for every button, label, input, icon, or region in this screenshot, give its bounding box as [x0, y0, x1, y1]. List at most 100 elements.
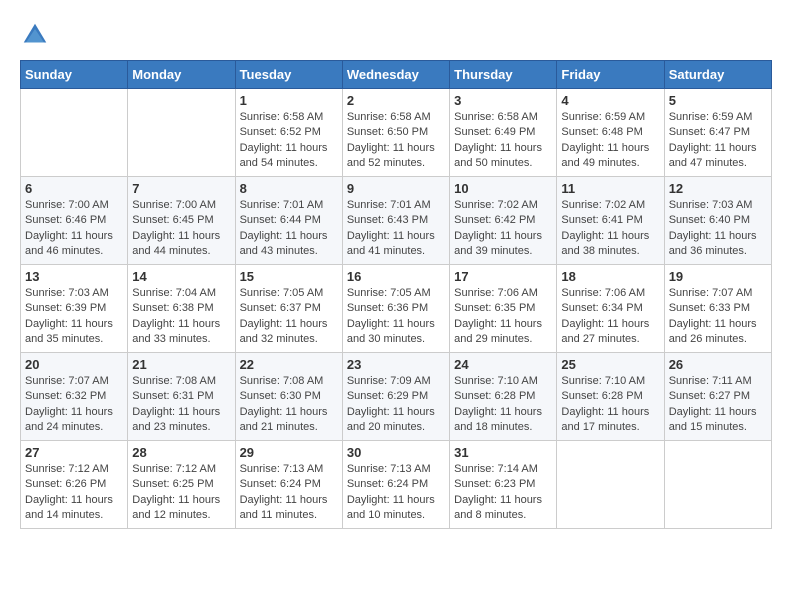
sunrise-text: Sunrise: 7:03 AM — [25, 287, 109, 299]
day-info: Sunrise: 7:13 AM Sunset: 6:24 PM Dayligh… — [347, 462, 445, 524]
day-info: Sunrise: 7:06 AM Sunset: 6:34 PM Dayligh… — [561, 286, 659, 348]
sunset-text: Sunset: 6:39 PM — [25, 302, 106, 314]
sunset-text: Sunset: 6:37 PM — [240, 302, 321, 314]
daylight-text: Daylight: 11 hours and 26 minutes. — [669, 318, 757, 345]
calendar-cell: 20 Sunrise: 7:07 AM Sunset: 6:32 PM Dayl… — [21, 353, 128, 441]
sunset-text: Sunset: 6:28 PM — [561, 390, 642, 402]
sunrise-text: Sunrise: 7:05 AM — [347, 287, 431, 299]
day-info: Sunrise: 7:08 AM Sunset: 6:30 PM Dayligh… — [240, 374, 338, 436]
daylight-text: Daylight: 11 hours and 10 minutes. — [347, 494, 435, 521]
sunrise-text: Sunrise: 6:59 AM — [669, 111, 753, 123]
sunrise-text: Sunrise: 7:02 AM — [561, 199, 645, 211]
daylight-text: Daylight: 11 hours and 50 minutes. — [454, 142, 542, 169]
sunrise-text: Sunrise: 7:14 AM — [454, 463, 538, 475]
weekday-header-row: SundayMondayTuesdayWednesdayThursdayFrid… — [21, 61, 772, 89]
day-info: Sunrise: 7:10 AM Sunset: 6:28 PM Dayligh… — [561, 374, 659, 436]
sunset-text: Sunset: 6:34 PM — [561, 302, 642, 314]
sunrise-text: Sunrise: 7:08 AM — [132, 375, 216, 387]
sunset-text: Sunset: 6:25 PM — [132, 478, 213, 490]
calendar-week-row: 1 Sunrise: 6:58 AM Sunset: 6:52 PM Dayli… — [21, 89, 772, 177]
day-info: Sunrise: 7:05 AM Sunset: 6:36 PM Dayligh… — [347, 286, 445, 348]
calendar-cell — [21, 89, 128, 177]
day-number: 13 — [25, 269, 123, 284]
sunset-text: Sunset: 6:46 PM — [25, 214, 106, 226]
sunrise-text: Sunrise: 6:58 AM — [454, 111, 538, 123]
sunrise-text: Sunrise: 7:01 AM — [347, 199, 431, 211]
sunset-text: Sunset: 6:30 PM — [240, 390, 321, 402]
day-info: Sunrise: 7:04 AM Sunset: 6:38 PM Dayligh… — [132, 286, 230, 348]
day-info: Sunrise: 7:07 AM Sunset: 6:32 PM Dayligh… — [25, 374, 123, 436]
sunrise-text: Sunrise: 7:08 AM — [240, 375, 324, 387]
sunset-text: Sunset: 6:26 PM — [25, 478, 106, 490]
day-info: Sunrise: 7:12 AM Sunset: 6:26 PM Dayligh… — [25, 462, 123, 524]
calendar-week-row: 27 Sunrise: 7:12 AM Sunset: 6:26 PM Dayl… — [21, 441, 772, 529]
sunrise-text: Sunrise: 7:04 AM — [132, 287, 216, 299]
weekday-header-tuesday: Tuesday — [235, 61, 342, 89]
calendar-week-row: 13 Sunrise: 7:03 AM Sunset: 6:39 PM Dayl… — [21, 265, 772, 353]
daylight-text: Daylight: 11 hours and 30 minutes. — [347, 318, 435, 345]
sunset-text: Sunset: 6:45 PM — [132, 214, 213, 226]
day-number: 18 — [561, 269, 659, 284]
day-info: Sunrise: 7:06 AM Sunset: 6:35 PM Dayligh… — [454, 286, 552, 348]
sunrise-text: Sunrise: 6:58 AM — [347, 111, 431, 123]
weekday-header-wednesday: Wednesday — [342, 61, 449, 89]
sunset-text: Sunset: 6:49 PM — [454, 126, 535, 138]
daylight-text: Daylight: 11 hours and 46 minutes. — [25, 230, 113, 257]
day-number: 25 — [561, 357, 659, 372]
sunrise-text: Sunrise: 7:13 AM — [347, 463, 431, 475]
day-number: 2 — [347, 93, 445, 108]
calendar-cell — [128, 89, 235, 177]
calendar-cell — [664, 441, 771, 529]
calendar-cell: 19 Sunrise: 7:07 AM Sunset: 6:33 PM Dayl… — [664, 265, 771, 353]
day-number: 4 — [561, 93, 659, 108]
sunset-text: Sunset: 6:31 PM — [132, 390, 213, 402]
day-info: Sunrise: 7:08 AM Sunset: 6:31 PM Dayligh… — [132, 374, 230, 436]
sunrise-text: Sunrise: 7:09 AM — [347, 375, 431, 387]
day-number: 21 — [132, 357, 230, 372]
sunset-text: Sunset: 6:36 PM — [347, 302, 428, 314]
calendar-cell: 14 Sunrise: 7:04 AM Sunset: 6:38 PM Dayl… — [128, 265, 235, 353]
page-header — [20, 20, 772, 50]
weekday-header-friday: Friday — [557, 61, 664, 89]
calendar-cell — [557, 441, 664, 529]
day-info: Sunrise: 6:58 AM Sunset: 6:52 PM Dayligh… — [240, 110, 338, 172]
sunset-text: Sunset: 6:33 PM — [669, 302, 750, 314]
day-number: 24 — [454, 357, 552, 372]
day-info: Sunrise: 7:02 AM Sunset: 6:41 PM Dayligh… — [561, 198, 659, 260]
sunrise-text: Sunrise: 7:13 AM — [240, 463, 324, 475]
weekday-header-saturday: Saturday — [664, 61, 771, 89]
day-number: 11 — [561, 181, 659, 196]
day-number: 15 — [240, 269, 338, 284]
calendar-cell: 1 Sunrise: 6:58 AM Sunset: 6:52 PM Dayli… — [235, 89, 342, 177]
sunset-text: Sunset: 6:32 PM — [25, 390, 106, 402]
day-info: Sunrise: 6:58 AM Sunset: 6:49 PM Dayligh… — [454, 110, 552, 172]
day-info: Sunrise: 7:03 AM Sunset: 6:40 PM Dayligh… — [669, 198, 767, 260]
sunrise-text: Sunrise: 7:10 AM — [561, 375, 645, 387]
calendar-cell: 5 Sunrise: 6:59 AM Sunset: 6:47 PM Dayli… — [664, 89, 771, 177]
day-info: Sunrise: 7:01 AM Sunset: 6:43 PM Dayligh… — [347, 198, 445, 260]
calendar-cell: 13 Sunrise: 7:03 AM Sunset: 6:39 PM Dayl… — [21, 265, 128, 353]
day-number: 20 — [25, 357, 123, 372]
daylight-text: Daylight: 11 hours and 52 minutes. — [347, 142, 435, 169]
sunrise-text: Sunrise: 7:00 AM — [25, 199, 109, 211]
day-info: Sunrise: 7:09 AM Sunset: 6:29 PM Dayligh… — [347, 374, 445, 436]
sunset-text: Sunset: 6:48 PM — [561, 126, 642, 138]
calendar-cell: 6 Sunrise: 7:00 AM Sunset: 6:46 PM Dayli… — [21, 177, 128, 265]
calendar-cell: 26 Sunrise: 7:11 AM Sunset: 6:27 PM Dayl… — [664, 353, 771, 441]
daylight-text: Daylight: 11 hours and 21 minutes. — [240, 406, 328, 433]
sunset-text: Sunset: 6:38 PM — [132, 302, 213, 314]
day-info: Sunrise: 7:11 AM Sunset: 6:27 PM Dayligh… — [669, 374, 767, 436]
sunrise-text: Sunrise: 7:11 AM — [669, 375, 752, 387]
calendar-cell: 4 Sunrise: 6:59 AM Sunset: 6:48 PM Dayli… — [557, 89, 664, 177]
sunset-text: Sunset: 6:24 PM — [240, 478, 321, 490]
sunset-text: Sunset: 6:35 PM — [454, 302, 535, 314]
daylight-text: Daylight: 11 hours and 17 minutes. — [561, 406, 649, 433]
logo — [20, 20, 52, 50]
day-number: 27 — [25, 445, 123, 460]
daylight-text: Daylight: 11 hours and 38 minutes. — [561, 230, 649, 257]
daylight-text: Daylight: 11 hours and 29 minutes. — [454, 318, 542, 345]
day-number: 3 — [454, 93, 552, 108]
calendar-table: SundayMondayTuesdayWednesdayThursdayFrid… — [20, 60, 772, 529]
day-number: 9 — [347, 181, 445, 196]
daylight-text: Daylight: 11 hours and 32 minutes. — [240, 318, 328, 345]
